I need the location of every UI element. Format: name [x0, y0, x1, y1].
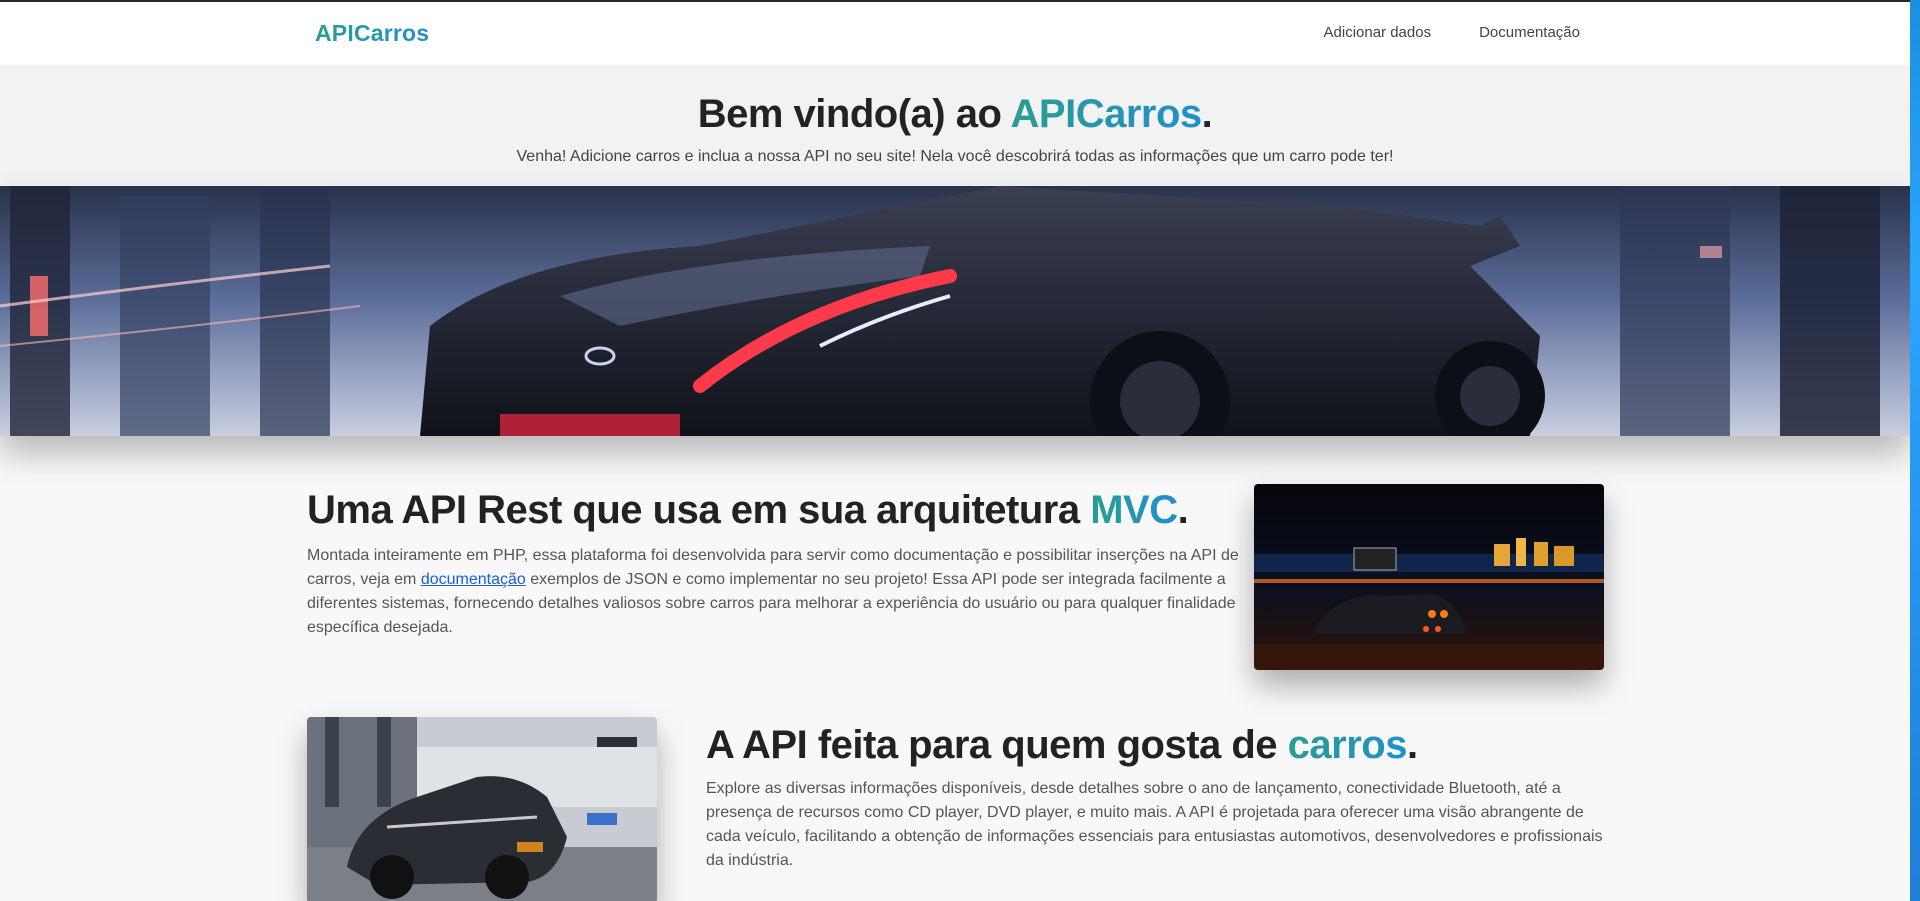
nav-add-data-link[interactable]: Adicionar dados [1324, 24, 1432, 41]
hero: Bem vindo(a) ao APICarros. Venha! Adicio… [0, 65, 1910, 185]
hero-car-banner-image [0, 186, 1910, 436]
section-mvc: Uma API Rest que usa em sua arquitetura … [0, 482, 1910, 682]
section-mvc-text: Montada inteiramente em PHP, essa plataf… [307, 547, 1239, 636]
hero-subtitle: Venha! Adicione carros e inclua a nossa … [516, 148, 1394, 165]
race-car-image [307, 717, 657, 901]
nav-docs-link[interactable]: Documentação [1479, 24, 1580, 41]
brand-logo[interactable]: APICarros [315, 20, 429, 47]
hero-title: Bem vindo(a) ao APICarros. [697, 92, 1213, 136]
night-car-image [1254, 484, 1604, 670]
section-mvc-title: Uma API Rest que usa em sua arquitetura … [307, 488, 1189, 532]
section-cars-title: A API feita para quem gosta de carros. [706, 723, 1418, 767]
navbar: APICarros Adicionar dados Documentação [0, 2, 1910, 65]
documentation-link[interactable]: documentação [421, 571, 526, 588]
scrollbar[interactable] [1910, 0, 1920, 901]
section-cars: A API feita para quem gosta de carros. E… [0, 715, 1910, 901]
section-cars-text: Explore as diversas informações disponív… [706, 780, 1603, 869]
nav-links: Adicionar dados Documentação [1324, 24, 1580, 41]
